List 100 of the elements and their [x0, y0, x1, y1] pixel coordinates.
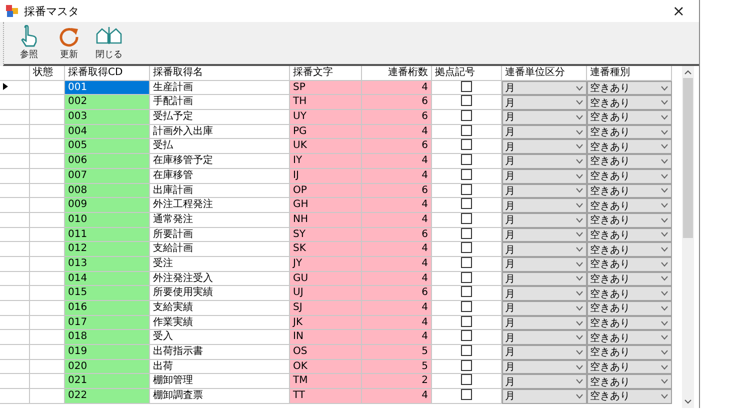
dropdown[interactable]: 月 [502, 139, 587, 154]
dropdown[interactable]: 空きあり [587, 345, 672, 360]
checkbox[interactable] [461, 389, 472, 400]
table-cell: 4 [362, 272, 432, 286]
checkbox[interactable] [461, 272, 472, 283]
checkbox[interactable] [461, 154, 472, 166]
dropdown[interactable]: 空きあり [587, 389, 672, 404]
dropdown[interactable]: 月 [502, 330, 587, 346]
checkbox[interactable] [461, 360, 472, 371]
dropdown[interactable]: 月 [502, 345, 587, 360]
dropdown[interactable]: 空きあり [587, 286, 672, 301]
dropdown[interactable]: 月 [502, 374, 587, 390]
dropdown[interactable]: 月 [502, 316, 587, 330]
dropdown[interactable]: 月 [502, 272, 587, 286]
dropdown[interactable]: 月 [502, 228, 587, 242]
dropdown[interactable]: 月 [502, 242, 587, 257]
close-button[interactable]: × [664, 2, 693, 20]
column-header[interactable]: 連番単位区分 [502, 66, 587, 81]
table-cell: 016 [65, 301, 150, 316]
checkbox[interactable] [461, 228, 472, 239]
row-header[interactable] [0, 80, 30, 96]
checkbox[interactable] [461, 184, 472, 194]
column-header[interactable]: 状態 [30, 66, 65, 81]
checkbox[interactable] [461, 110, 472, 122]
dropdown[interactable]: 空きあり [587, 256, 672, 272]
dropdown[interactable]: 月 [502, 124, 587, 140]
dropdown[interactable]: 空きあり [587, 198, 672, 213]
dropdown[interactable]: 空きあり [587, 272, 672, 286]
checkbox[interactable] [461, 345, 472, 356]
checkbox[interactable] [461, 198, 472, 210]
checkbox[interactable] [461, 256, 472, 268]
dropdown[interactable]: 月 [502, 256, 587, 272]
checkbox[interactable] [461, 168, 472, 180]
dropdown[interactable]: 月 [502, 212, 587, 228]
dropdown[interactable]: 空きあり [587, 360, 672, 374]
dropdown[interactable]: 月 [502, 154, 587, 169]
checkbox[interactable] [461, 301, 472, 312]
column-header[interactable]: 拠点記号 [432, 66, 502, 81]
column-header[interactable]: 採番文字 [290, 66, 362, 81]
table-cell: 計画外入出庫 [150, 124, 290, 140]
dropdown[interactable]: 空きあり [587, 212, 672, 228]
column-header[interactable]: 採番取得CD [65, 66, 150, 81]
table-cell: UY [290, 110, 362, 125]
dropdown[interactable]: 月 [502, 168, 587, 184]
scrollbar[interactable] [682, 66, 694, 408]
checkbox[interactable] [461, 95, 472, 106]
dropdown[interactable]: 空きあり [587, 124, 672, 140]
checkbox[interactable] [461, 212, 472, 224]
dropdown[interactable]: 月 [502, 301, 587, 316]
table-cell: SJ [290, 301, 362, 316]
column-header[interactable]: 連番種別 [587, 66, 672, 81]
dropdown[interactable]: 空きあり [587, 330, 672, 346]
toolbar-button[interactable]: 参照 [12, 24, 46, 62]
table-cell: 001 [65, 80, 150, 96]
table-cell: 手配計画 [150, 95, 290, 110]
column-header[interactable]: 採番取得名 [150, 66, 290, 81]
table-cell: TM [290, 374, 362, 390]
dropdown[interactable]: 月 [502, 184, 587, 198]
table-cell: 生産計画 [150, 80, 290, 96]
table-cell: 002 [65, 95, 150, 110]
dropdown[interactable]: 空きあり [587, 184, 672, 198]
dropdown[interactable]: 空きあり [587, 168, 672, 184]
dropdown[interactable]: 月 [502, 389, 587, 404]
table-cell: 4 [362, 256, 432, 272]
dropdown[interactable]: 空きあり [587, 374, 672, 390]
dropdown[interactable]: 空きあり [587, 154, 672, 169]
dropdown[interactable]: 空きあり [587, 228, 672, 242]
dropdown[interactable]: 月 [502, 198, 587, 213]
checkbox[interactable] [461, 316, 472, 327]
dropdown[interactable]: 月 [502, 360, 587, 374]
toolbar-button[interactable]: 更新 [52, 24, 86, 62]
dropdown[interactable]: 空きあり [587, 95, 672, 110]
dropdown[interactable]: 空きあり [587, 80, 672, 96]
status-cell [30, 374, 65, 390]
table-cell: TT [290, 389, 362, 404]
table-cell: 通常発注 [150, 212, 290, 228]
table-cell: 4 [362, 168, 432, 184]
checkbox[interactable] [461, 80, 472, 92]
checkbox[interactable] [461, 124, 472, 136]
checkbox[interactable] [461, 286, 472, 298]
checkbox[interactable] [461, 330, 472, 342]
dropdown[interactable]: 月 [502, 110, 587, 125]
table-cell: 018 [65, 330, 150, 346]
app-icon [6, 5, 18, 17]
checkbox[interactable] [461, 374, 472, 386]
dropdown[interactable]: 空きあり [587, 242, 672, 257]
dropdown[interactable]: 月 [502, 95, 587, 110]
dropdown[interactable]: 空きあり [587, 301, 672, 316]
dropdown[interactable]: 空きあり [587, 110, 672, 125]
toolbar-button[interactable]: 閉じる [92, 24, 126, 62]
table-cell: 4 [362, 242, 432, 257]
dropdown[interactable]: 空きあり [587, 139, 672, 154]
table-cell: IN [290, 330, 362, 346]
column-header[interactable]: 連番桁数 [362, 66, 432, 81]
checkbox[interactable] [461, 139, 472, 150]
dropdown[interactable]: 月 [502, 80, 587, 96]
hand-pointer-icon [19, 25, 39, 47]
checkbox[interactable] [461, 242, 472, 254]
dropdown[interactable]: 月 [502, 286, 587, 301]
dropdown[interactable]: 空きあり [587, 316, 672, 330]
